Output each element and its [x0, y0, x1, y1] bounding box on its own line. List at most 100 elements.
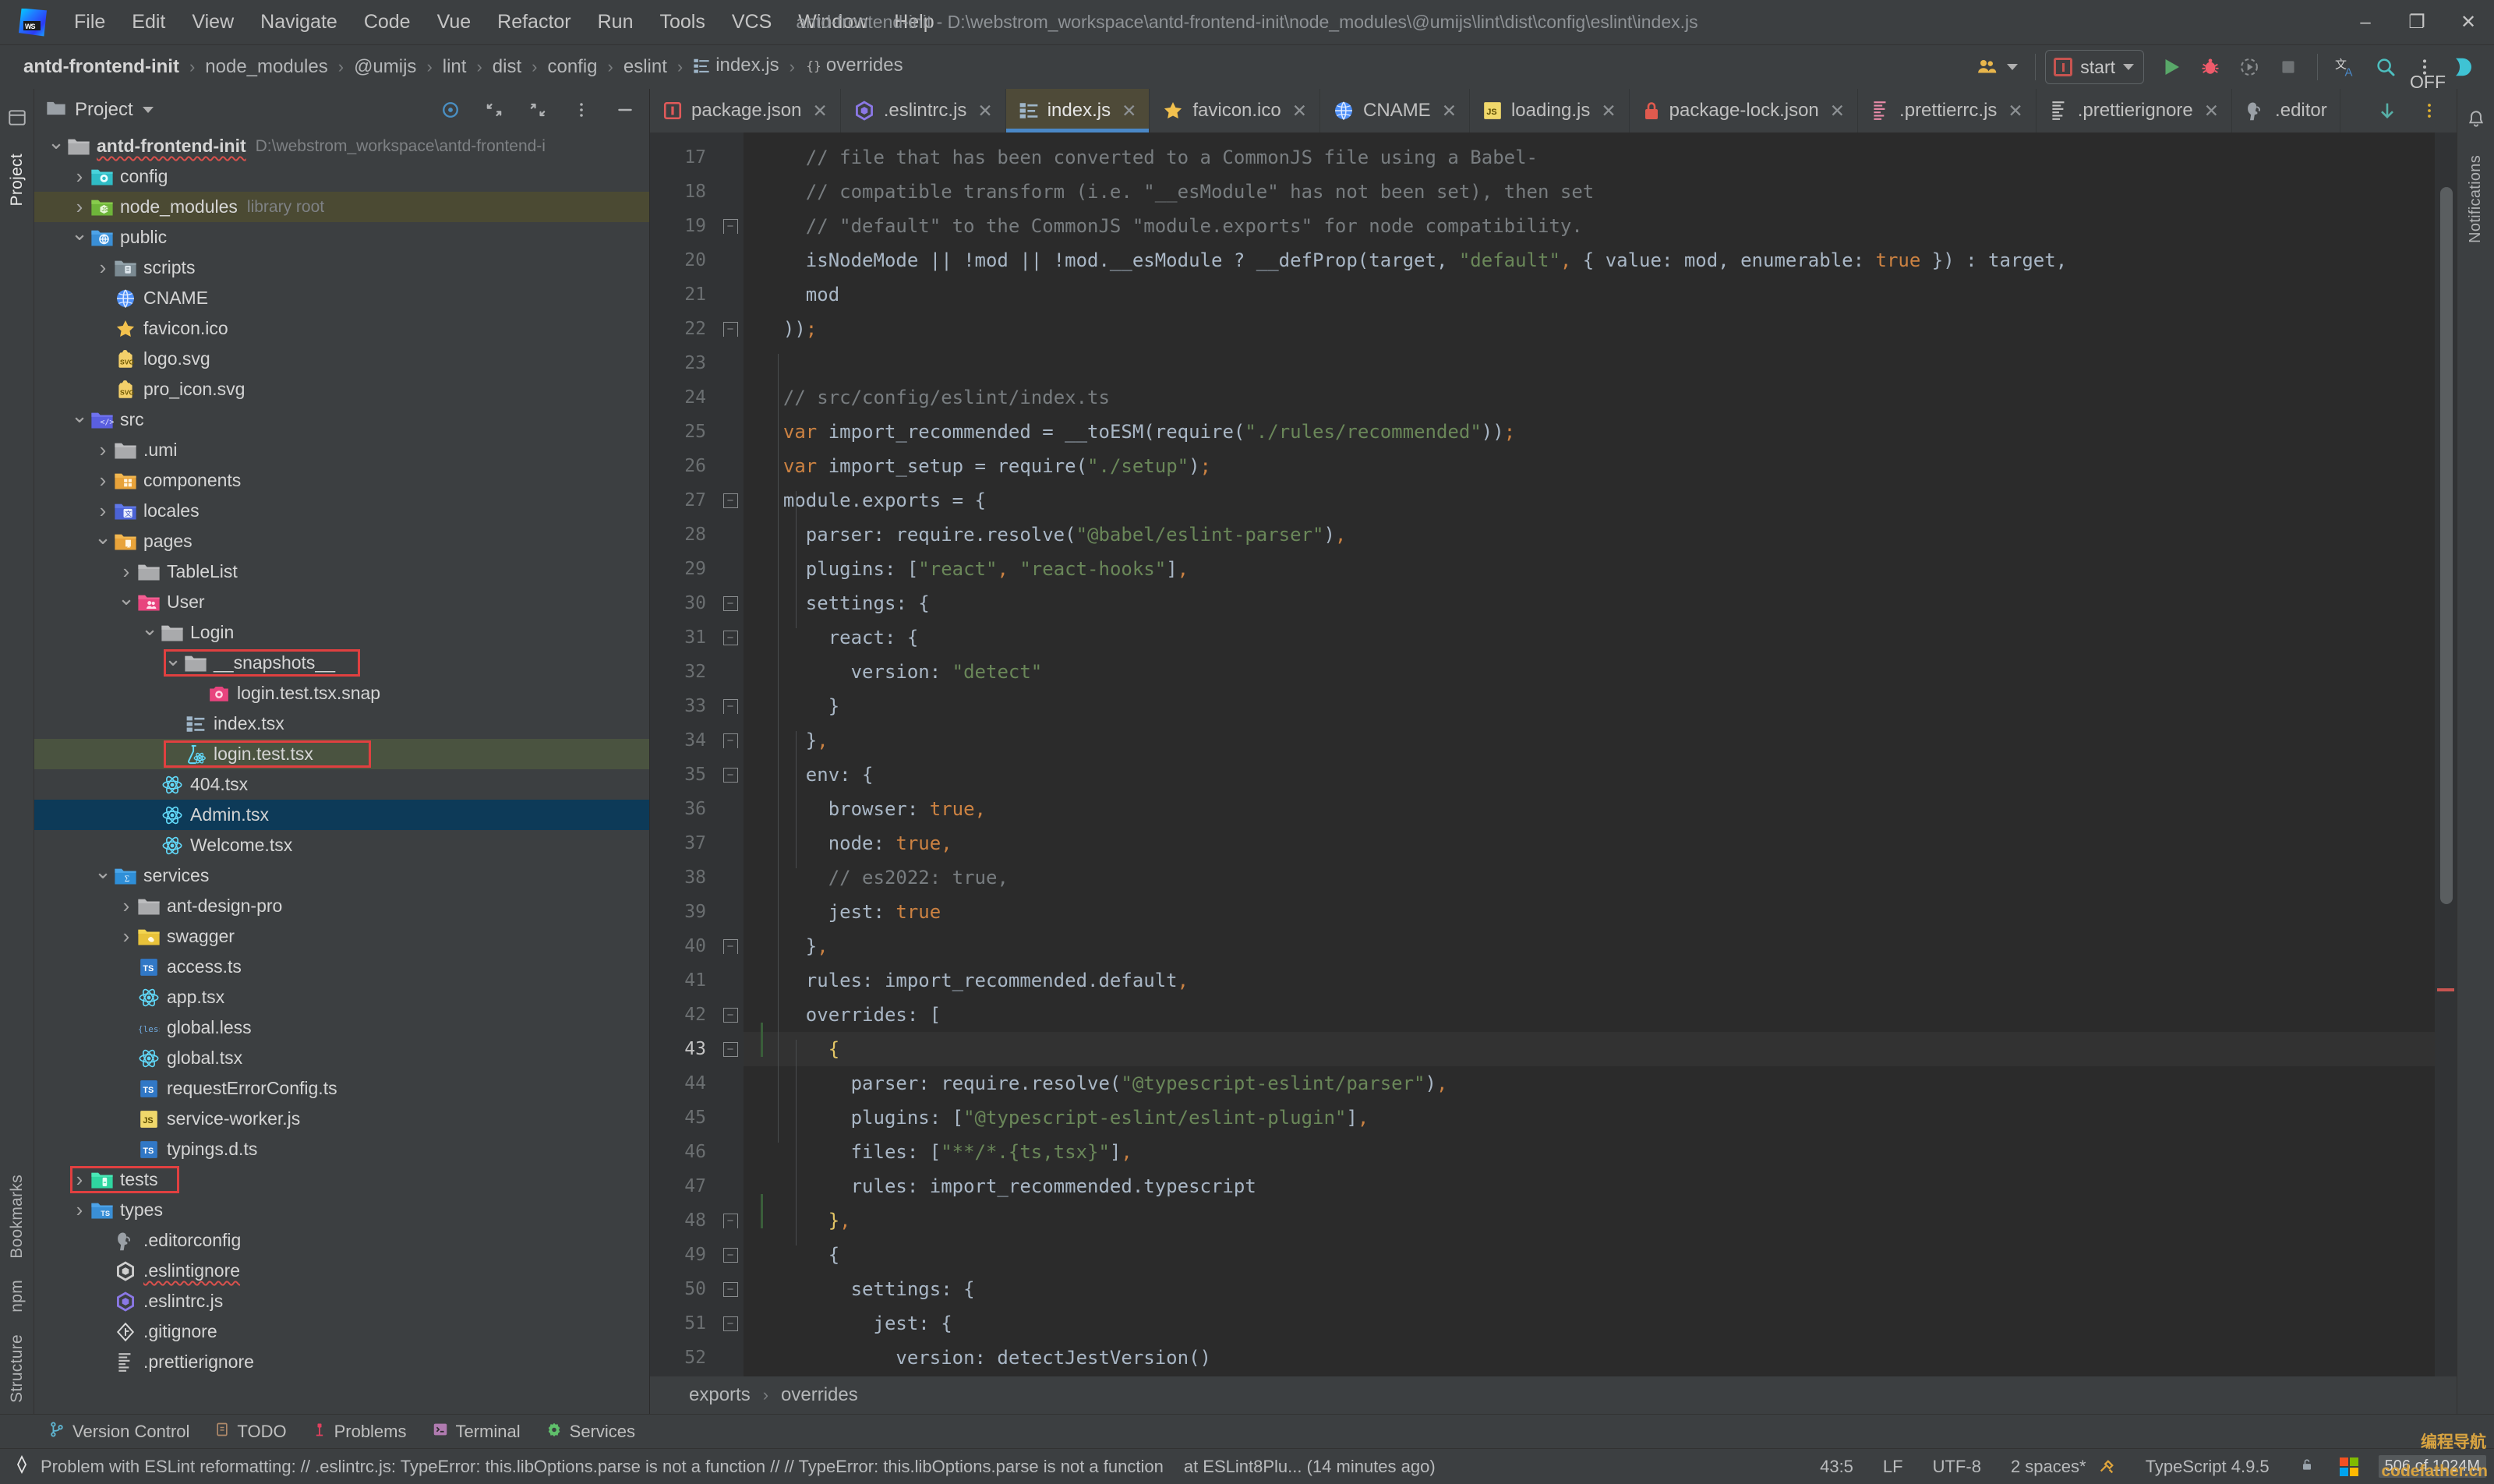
tree-row[interactable]: JS service-worker.js [34, 1104, 649, 1134]
tree-row[interactable]: › components [34, 465, 649, 496]
menu-view[interactable]: View [178, 8, 247, 37]
breadcrumb-dist[interactable]: dist [489, 55, 525, 80]
tree-row[interactable]: Welcome.tsx [34, 830, 649, 860]
code-line[interactable]: mod [744, 277, 2435, 312]
chevron-right-icon[interactable]: › [115, 556, 137, 587]
code-line[interactable]: plugins: ["@typescript-eslint/eslint-plu… [744, 1101, 2435, 1135]
menu-tools[interactable]: Tools [647, 8, 719, 37]
chevron-right-icon[interactable]: › [115, 921, 137, 952]
code-line[interactable]: settings: { [744, 586, 2435, 620]
close-button[interactable]: ✕ [2443, 0, 2494, 45]
notifications-bell-icon[interactable] [2466, 109, 2486, 133]
chevron-down-icon[interactable]: ⌄ [69, 405, 90, 435]
tree-row[interactable]: SVG logo.svg [34, 344, 649, 374]
breadcrumb-root[interactable]: antd-frontend-init [20, 55, 182, 80]
translate-icon[interactable]: 文A [2327, 48, 2366, 86]
tree-row[interactable]: .prettierignore [34, 1347, 649, 1377]
code-line[interactable]: var import_setup = require("./setup"); [744, 449, 2435, 483]
tree-row[interactable]: ⌄ antd-frontend-init D:\webstrom_workspace… [34, 131, 649, 161]
code-line[interactable]: jest: true [744, 895, 2435, 929]
fold-toggle-icon[interactable]: − [717, 586, 744, 620]
code-line[interactable]: env: { [744, 758, 2435, 792]
file-encoding[interactable]: UTF-8 [1928, 1454, 1986, 1479]
breadcrumb-eslint[interactable]: eslint [620, 55, 670, 80]
chevron-right-icon[interactable]: › [92, 465, 114, 496]
chevron-down-icon[interactable]: ⌄ [92, 860, 114, 891]
devtools-icon[interactable] [2444, 48, 2483, 86]
tree-row[interactable]: app.tsx [34, 982, 649, 1012]
code-line[interactable]: settings: { [744, 1272, 2435, 1306]
code-line[interactable]: react: { [744, 620, 2435, 655]
debug-button[interactable] [2191, 48, 2230, 86]
breadcrumb-umijs[interactable]: @umijs [351, 55, 419, 80]
fold-toggle-icon[interactable]: − [717, 689, 744, 723]
code-line[interactable]: }, [744, 929, 2435, 963]
tree-row[interactable]: ⌄ Login [34, 617, 649, 648]
editor-tab--eslintrc-js[interactable]: .eslintrc.js ✕ [841, 89, 1006, 132]
code-line[interactable]: version: "detect" [744, 655, 2435, 689]
tool-todo[interactable]: TODO [202, 1418, 299, 1446]
select-opened-file-icon[interactable] [433, 94, 468, 126]
close-tab-icon[interactable]: ✕ [1292, 101, 1307, 122]
fold-toggle-icon[interactable]: − [717, 312, 744, 346]
menu-vue[interactable]: Vue [424, 8, 485, 37]
fold-toggle-icon[interactable]: − [717, 998, 744, 1032]
fold-toggle-icon[interactable]: − [717, 929, 744, 963]
code-line[interactable]: { [744, 1032, 2435, 1066]
menu-edit[interactable]: Edit [118, 8, 178, 37]
search-icon[interactable] [2366, 48, 2405, 86]
editor-marker-scrollbar[interactable] [2435, 132, 2457, 1376]
menu-navigate[interactable]: Navigate [247, 8, 351, 37]
breadcrumb-node-modules[interactable]: node_modules [202, 55, 330, 80]
close-tab-icon[interactable]: ✕ [1601, 101, 1616, 122]
tree-row[interactable]: › tests [34, 1164, 649, 1195]
chevron-down-icon[interactable]: ⌄ [115, 587, 137, 617]
close-tab-icon[interactable]: ✕ [2008, 101, 2022, 122]
fold-toggle-icon[interactable]: − [717, 483, 744, 518]
code-line[interactable]: }, [744, 723, 2435, 758]
users-icon[interactable] [1968, 48, 2007, 86]
chevron-right-icon[interactable]: › [92, 435, 114, 465]
run-with-coverage-button[interactable] [2230, 48, 2269, 86]
tool-version-control[interactable]: Version Control [36, 1418, 202, 1446]
code-line[interactable]: isNodeMode || !mod || !mod.__esModule ? … [744, 243, 2435, 277]
editor-tab-package-lock-json[interactable]: package-lock.json ✕ [1630, 89, 1859, 132]
language-version[interactable]: TypeScript 4.9.5 [2141, 1454, 2274, 1479]
code-line[interactable]: plugins: ["react", "react-hooks"], [744, 552, 2435, 586]
editor-tab--prettierrc-js[interactable]: .prettierrc.js ✕ [1858, 89, 2037, 132]
tree-row[interactable]: ⌄ pages [34, 526, 649, 556]
tree-row[interactable]: .eslintrc.js [34, 1286, 649, 1316]
code-line[interactable]: version: detectJestVersion() [744, 1341, 2435, 1375]
tree-row[interactable]: 404.tsx [34, 769, 649, 800]
tree-row[interactable]: SVG pro_icon.svg [34, 374, 649, 405]
tree-row[interactable]: › TS types [34, 1195, 649, 1225]
close-tab-icon[interactable]: ✕ [1442, 101, 1457, 122]
chevron-down-icon[interactable] [142, 107, 154, 113]
editor-crumb-exports[interactable]: exports [686, 1383, 754, 1408]
code-line[interactable]: parser: require.resolve("@babel/eslint-p… [744, 518, 2435, 552]
code-line[interactable]: rules: import_recommended.default, [744, 963, 2435, 998]
tree-row[interactable]: favicon.ico [34, 313, 649, 344]
hide-panel-icon[interactable] [607, 94, 643, 126]
chevron-right-icon[interactable]: › [92, 496, 114, 526]
lock-icon[interactable] [2294, 1453, 2319, 1481]
code-line[interactable]: var import_recommended = __toESM(require… [744, 415, 2435, 449]
users-caret-icon[interactable] [2007, 64, 2019, 70]
scroll-tabs-down-icon[interactable] [2368, 92, 2407, 129]
tree-row[interactable]: {less} global.less [34, 1012, 649, 1043]
code-text[interactable]: // file that has been converted to a Com… [744, 132, 2435, 1376]
tree-row[interactable]: global.tsx [34, 1043, 649, 1073]
code-folding-gutter[interactable]: − − − − − − − − − − − − − − − [717, 132, 744, 1376]
code-line[interactable]: )); [744, 312, 2435, 346]
tree-row[interactable]: TS requestErrorConfig.ts [34, 1073, 649, 1104]
chevron-down-icon[interactable]: ⌄ [45, 131, 67, 161]
chevron-right-icon[interactable]: › [92, 253, 114, 283]
rail-tab-structure[interactable]: Structure [5, 1323, 30, 1414]
tree-row[interactable]: .gitignore [34, 1316, 649, 1347]
tree-row[interactable]: .eslintignore [34, 1256, 649, 1286]
editor-tab-loading-js[interactable]: JS loading.js ✕ [1470, 89, 1630, 132]
tool-services[interactable]: Services [533, 1418, 648, 1446]
tree-row[interactable]: › JS node_modules library root [34, 192, 649, 222]
line-separator[interactable]: LF [1878, 1454, 1908, 1479]
fold-toggle-icon[interactable]: − [717, 620, 744, 655]
